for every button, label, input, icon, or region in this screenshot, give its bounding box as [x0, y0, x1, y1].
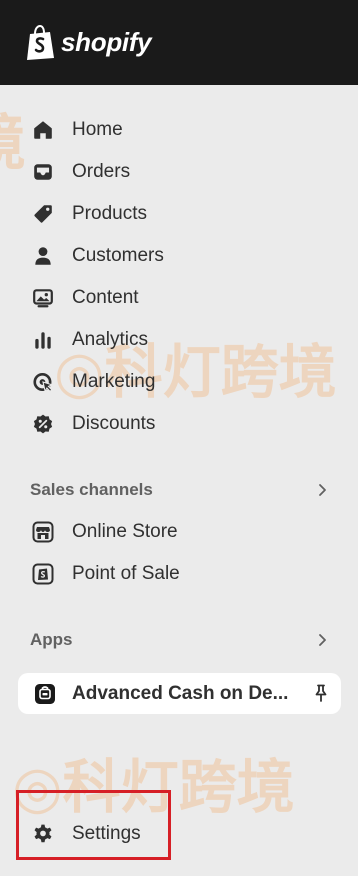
- nav-item-content[interactable]: Content: [30, 280, 139, 316]
- shopify-logo[interactable]: shopify: [24, 24, 152, 61]
- home-icon: [30, 117, 56, 143]
- nav-label: Analytics: [72, 329, 149, 350]
- nav-label: Content: [72, 287, 139, 308]
- nav-item-orders[interactable]: Orders: [30, 154, 130, 190]
- nav-item-products[interactable]: Products: [30, 196, 147, 232]
- shopify-bag-icon: [27, 24, 54, 60]
- pin-icon[interactable]: [311, 683, 331, 703]
- nav-label: Home: [72, 119, 123, 140]
- nav-item-analytics[interactable]: Analytics: [30, 322, 148, 358]
- target-icon: [30, 369, 56, 395]
- chevron-right-icon: [319, 484, 326, 496]
- discount-icon: [30, 411, 56, 437]
- section-title: Sales channels: [30, 480, 153, 499]
- nav-item-marketing[interactable]: Marketing: [30, 364, 155, 400]
- settings-highlight-box: [16, 790, 171, 860]
- nav-label: Marketing: [72, 371, 156, 392]
- nav-item-home[interactable]: Home: [30, 112, 123, 148]
- brand-name: shopify: [61, 27, 152, 57]
- person-icon: [30, 243, 56, 269]
- nav-item-customers[interactable]: Customers: [30, 238, 164, 274]
- pos-icon: [30, 561, 56, 587]
- nav-item-point-of-sale[interactable]: Point of Sale: [30, 556, 180, 592]
- nav-item-online-store[interactable]: Online Store: [30, 514, 178, 550]
- image-icon: [30, 285, 56, 311]
- inbox-icon: [30, 159, 56, 185]
- nav-label: Online Store: [72, 521, 178, 542]
- section-title: Apps: [30, 630, 73, 649]
- app-icon: [32, 681, 58, 707]
- nav-label: Customers: [72, 245, 164, 266]
- chevron-right-icon: [319, 634, 326, 646]
- watermark-top: 境: [0, 95, 26, 182]
- storefront-icon: [30, 519, 56, 545]
- tag-icon: [30, 201, 56, 227]
- nav-label: Products: [72, 203, 147, 224]
- nav-label: Discounts: [72, 413, 156, 434]
- bar-chart-icon: [30, 327, 56, 353]
- nav-label: Orders: [72, 161, 131, 182]
- apps-header[interactable]: Apps: [30, 626, 330, 654]
- nav-item-discounts[interactable]: Discounts: [30, 406, 155, 442]
- app-label: Advanced Cash on De...: [72, 682, 289, 704]
- sales-channels-header[interactable]: Sales channels: [30, 476, 330, 504]
- top-bar: shopify: [0, 0, 358, 85]
- nav-label: Point of Sale: [72, 563, 180, 584]
- app-item-advanced-cash-on-delivery[interactable]: Advanced Cash on De...: [18, 673, 341, 714]
